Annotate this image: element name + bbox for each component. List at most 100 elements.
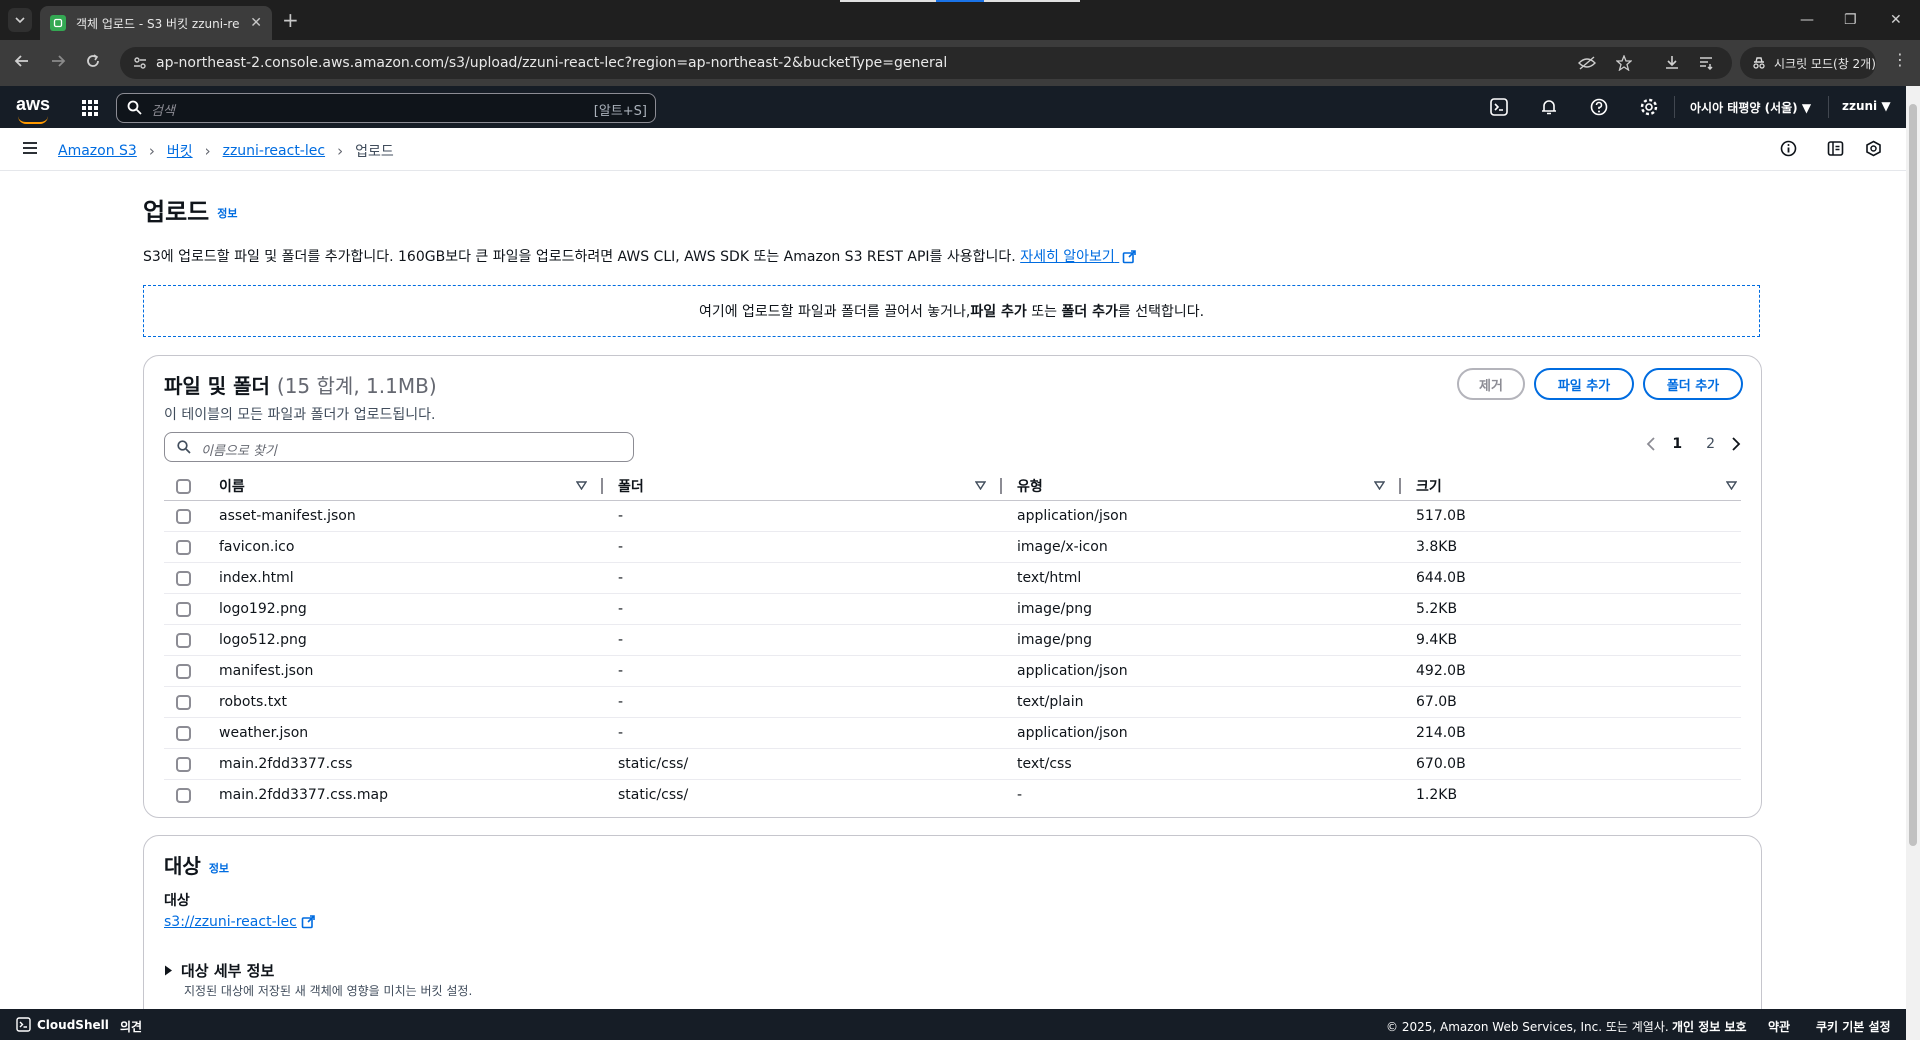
- row-checkbox[interactable]: [176, 539, 191, 555]
- breadcrumb-bucket[interactable]: zzuni-react-lec: [223, 143, 325, 159]
- restore-icon[interactable]: ❐: [1844, 12, 1857, 28]
- sort-triangle-icon[interactable]: [975, 481, 986, 490]
- destination-details-expander[interactable]: 대상 세부 정보: [164, 960, 274, 981]
- page-info-link[interactable]: 정보: [217, 207, 237, 220]
- column-header-type[interactable]: 유형: [1002, 472, 1401, 501]
- ai-assistant-icon[interactable]: [1865, 140, 1882, 157]
- destination-info-link[interactable]: 정보: [209, 862, 229, 875]
- bookmark-star-icon[interactable]: [1616, 55, 1632, 71]
- row-checkbox[interactable]: [176, 756, 191, 772]
- back-icon[interactable]: [14, 53, 30, 69]
- services-grid-icon[interactable]: [82, 100, 98, 116]
- sort-triangle-icon[interactable]: [1374, 481, 1385, 490]
- aws-logo[interactable]: aws: [16, 94, 50, 115]
- feedback-link[interactable]: 의견: [120, 1018, 142, 1035]
- learn-more-link[interactable]: 자세히 알아보기: [1020, 249, 1137, 265]
- destination-title-text: 대상: [164, 854, 201, 878]
- add-folder-button[interactable]: 폴더 추가: [1643, 368, 1743, 400]
- browser-menu-icon[interactable]: ⋮: [1892, 50, 1908, 69]
- help-icon[interactable]: [1590, 98, 1608, 116]
- tab-close-icon[interactable]: ✕: [250, 15, 262, 31]
- table-row[interactable]: logo192.png - image/png 5.2KB: [164, 593, 1741, 625]
- page-scrollbar[interactable]: [1906, 86, 1920, 1040]
- window-top-strip-active: [936, 0, 984, 2]
- console-search-input[interactable]: 검색 [알트+S]: [116, 93, 656, 123]
- row-checkbox[interactable]: [176, 694, 191, 710]
- privacy-link[interactable]: 개인 정보 보호: [1672, 1018, 1747, 1035]
- select-all-checkbox[interactable]: [176, 478, 191, 494]
- column-folder-label: 폴더: [618, 479, 644, 495]
- notification-panel-icon[interactable]: [1827, 140, 1844, 157]
- table-row[interactable]: robots.txt - text/plain 67.0B: [164, 686, 1741, 718]
- row-checkbox[interactable]: [176, 787, 191, 803]
- sort-triangle-icon[interactable]: [576, 481, 587, 490]
- add-files-button[interactable]: 파일 추가: [1534, 368, 1634, 400]
- row-checkbox[interactable]: [176, 570, 191, 586]
- cell-name: index.html: [204, 562, 603, 594]
- dropzone-add-folder-text: 폴더 추가: [1061, 304, 1118, 320]
- caret-right-icon: [164, 965, 173, 976]
- destination-details-desc: 지정된 대상에 저장된 새 객체에 영향을 미치는 버킷 설정.: [184, 984, 473, 998]
- column-header-folder[interactable]: 폴더: [603, 472, 1002, 501]
- new-tab-icon[interactable]: +: [282, 10, 299, 30]
- column-header-name[interactable]: 이름: [204, 472, 603, 501]
- forward-icon[interactable]: [50, 53, 66, 69]
- close-window-icon[interactable]: ✕: [1890, 12, 1902, 28]
- page-1-button[interactable]: 1: [1672, 436, 1682, 452]
- settings-gear-icon[interactable]: [1640, 98, 1658, 116]
- region-selector[interactable]: 아시아 태평양 (서울) ▼: [1690, 99, 1811, 116]
- table-row[interactable]: main.2fdd3377.css.map static/css/ - 1.2KB: [164, 780, 1741, 811]
- row-checkbox[interactable]: [176, 663, 191, 679]
- upload-dropzone[interactable]: 여기에 업로드할 파일과 폴더를 끌어서 놓거나, 파일 추가 또는 폴더 추가…: [143, 285, 1760, 337]
- next-page-icon[interactable]: [1731, 437, 1741, 451]
- breadcrumb-current: 업로드: [355, 144, 394, 160]
- row-checkbox[interactable]: [176, 632, 191, 648]
- minimize-icon[interactable]: —: [1800, 12, 1814, 28]
- files-panel-subtitle: 이 테이블의 모든 파일과 폴더가 업로드됩니다.: [164, 407, 436, 423]
- cell-folder: -: [603, 624, 1002, 656]
- table-row[interactable]: weather.json - application/json 214.0B: [164, 717, 1741, 749]
- column-header-size[interactable]: 크기: [1401, 472, 1741, 501]
- info-panel-icon[interactable]: [1780, 140, 1797, 157]
- table-row[interactable]: main.2fdd3377.css static/css/text/css 670.…: [164, 748, 1741, 780]
- site-info-icon[interactable]: [132, 55, 148, 71]
- breadcrumb-amazon-s3[interactable]: Amazon S3: [58, 143, 137, 159]
- browser-tab-active[interactable]: 객체 업로드 - S3 버킷 zzuni-re ✕: [40, 6, 272, 40]
- row-checkbox[interactable]: [176, 725, 191, 741]
- reload-icon[interactable]: [85, 53, 101, 69]
- remove-button[interactable]: 제거: [1457, 368, 1525, 400]
- nav-divider: [1828, 96, 1829, 118]
- account-menu[interactable]: zzuni ▼: [1842, 99, 1891, 113]
- cloudshell-footer-link[interactable]: CloudShell: [37, 1018, 109, 1032]
- reading-list-icon[interactable]: [1698, 54, 1714, 70]
- table-row[interactable]: logo512.png - image/png 9.4KB: [164, 624, 1741, 656]
- sort-triangle-icon[interactable]: [1726, 481, 1737, 490]
- incognito-indicator[interactable]: 시크릿 모드(창 2개): [1740, 47, 1876, 79]
- copyright-text: © 2025, Amazon Web Services, Inc. 또는 계열사…: [1386, 1020, 1669, 1034]
- notifications-bell-icon[interactable]: [1540, 98, 1558, 116]
- cookie-preferences-link[interactable]: 쿠키 기본 설정: [1816, 1018, 1891, 1035]
- cell-folder: -: [603, 500, 1002, 532]
- table-row[interactable]: manifest.json - application/json 492.0B: [164, 655, 1741, 687]
- side-nav-menu-icon[interactable]: [22, 141, 38, 155]
- download-icon[interactable]: [1664, 54, 1680, 70]
- page-2-button[interactable]: 2: [1706, 436, 1715, 452]
- destination-s3-link[interactable]: s3://zzuni-react-lec: [164, 914, 315, 930]
- breadcrumb-buckets[interactable]: 버킷: [167, 141, 193, 161]
- cloudshell-footer-icon[interactable]: [16, 1017, 31, 1032]
- row-checkbox[interactable]: [176, 601, 191, 617]
- tracking-protection-icon[interactable]: [1578, 55, 1596, 71]
- table-row[interactable]: asset-manifest.json - application/json 517.…: [164, 500, 1741, 532]
- prev-page-icon[interactable]: [1646, 437, 1656, 451]
- filter-by-name-input[interactable]: 이름으로 찾기: [164, 432, 634, 462]
- cloudshell-icon[interactable]: [1490, 98, 1508, 116]
- terms-link[interactable]: 약관: [1768, 1018, 1790, 1035]
- scrollbar-thumb[interactable]: [1909, 104, 1917, 846]
- window-top-strip: [840, 0, 936, 2]
- url-bar[interactable]: ap-northeast-2.console.aws.amazon.com/s3…: [120, 47, 1732, 79]
- row-select-cell: [164, 655, 204, 687]
- row-checkbox[interactable]: [176, 508, 191, 524]
- tab-search-menu-icon[interactable]: [8, 8, 32, 32]
- table-row[interactable]: index.html - text/html 644.0B: [164, 562, 1741, 594]
- table-row[interactable]: favicon.ico - image/x-icon 3.8KB: [164, 531, 1741, 563]
